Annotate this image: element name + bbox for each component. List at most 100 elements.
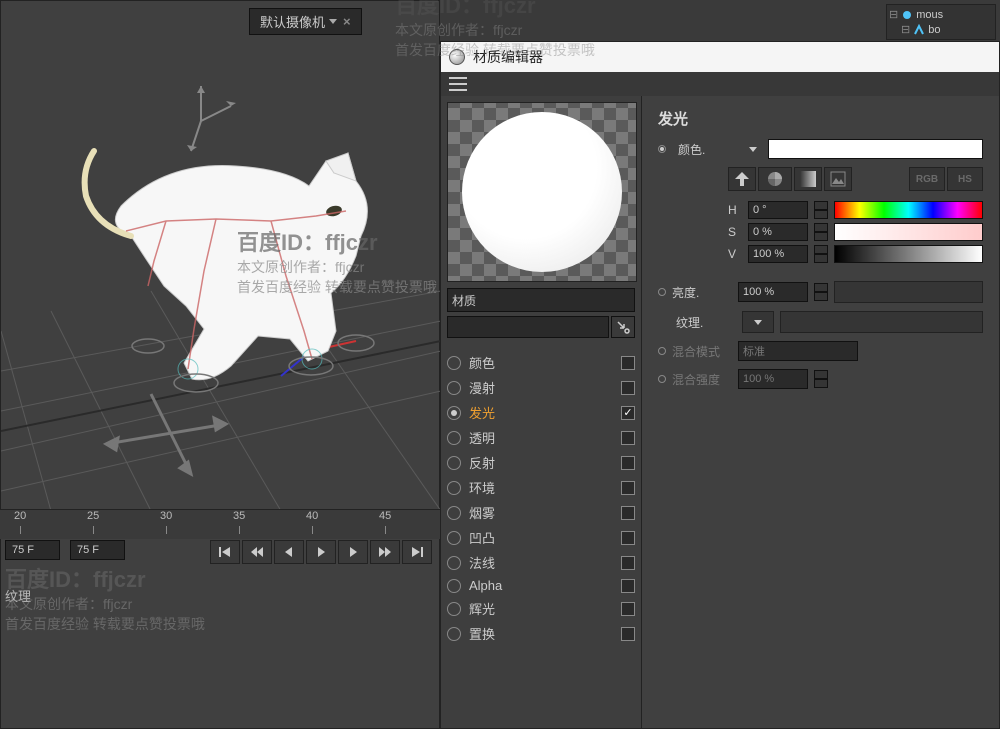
channel-radio[interactable] <box>447 556 461 570</box>
channel-checkbox[interactable] <box>621 381 635 395</box>
color-label: 颜色. <box>678 141 738 158</box>
channel-normal[interactable]: 法线 <box>447 550 635 575</box>
channel-color[interactable]: 颜色 <box>447 350 635 375</box>
hierarchy-item[interactable]: ⊟ bo <box>889 22 993 37</box>
texture-tab[interactable]: 纹理 <box>5 586 31 605</box>
channel-label[interactable]: 环境 <box>469 478 613 497</box>
h-input[interactable] <box>748 201 808 219</box>
channel-checkbox[interactable] <box>621 431 635 445</box>
goto-end-button[interactable] <box>402 540 432 564</box>
channel-checkbox[interactable] <box>621 481 635 495</box>
channel-radio[interactable] <box>447 506 461 520</box>
texture-field[interactable] <box>780 311 983 333</box>
channel-diffuse[interactable]: 漫射 <box>447 375 635 400</box>
v-slider[interactable] <box>834 245 983 263</box>
color-wheel-icon[interactable] <box>758 167 792 191</box>
prev-frame-button[interactable] <box>274 540 304 564</box>
channel-radio[interactable] <box>447 579 461 593</box>
v-stepper[interactable] <box>814 245 828 263</box>
tick: 20 <box>14 510 26 522</box>
preview-sphere <box>462 112 622 272</box>
menu-icon[interactable] <box>449 77 467 91</box>
channel-radio[interactable] <box>447 456 461 470</box>
h-slider[interactable] <box>834 201 983 219</box>
brightness-input[interactable] <box>738 282 808 302</box>
s-stepper[interactable] <box>814 223 828 241</box>
goto-start-button[interactable] <box>210 540 240 564</box>
material-preview[interactable] <box>447 102 637 282</box>
channel-label[interactable]: 法线 <box>469 553 613 572</box>
channel-checkbox[interactable] <box>621 531 635 545</box>
section-title: 发光 <box>658 108 983 129</box>
channel-fog[interactable]: 烟雾 <box>447 500 635 525</box>
s-input[interactable] <box>748 223 808 241</box>
shader-select[interactable] <box>447 316 609 338</box>
prev-key-button[interactable] <box>242 540 272 564</box>
camera-close-icon[interactable]: × <box>343 14 351 29</box>
channel-label[interactable]: 凹凸 <box>469 528 613 547</box>
rgb-mode-button[interactable]: RGB <box>909 167 945 191</box>
eyedropper-icon[interactable] <box>728 167 756 191</box>
channel-checkbox[interactable] <box>621 356 635 370</box>
frame-end-input[interactable] <box>70 540 125 560</box>
channel-radio[interactable] <box>447 381 461 395</box>
hsv-mode-button[interactable]: HS <box>947 167 983 191</box>
anim-dot[interactable] <box>658 145 666 153</box>
channel-label[interactable]: 烟雾 <box>469 503 613 522</box>
channel-bump[interactable]: 凹凸 <box>447 525 635 550</box>
channel-radio[interactable] <box>447 431 461 445</box>
channel-checkbox[interactable] <box>621 602 635 616</box>
channel-radio[interactable] <box>447 531 461 545</box>
channel-label[interactable]: 辉光 <box>469 599 613 618</box>
channel-label[interactable]: 颜色 <box>469 353 613 372</box>
channel-checkbox[interactable] <box>621 627 635 641</box>
channel-environment[interactable]: 环境 <box>447 475 635 500</box>
model-mouse[interactable] <box>76 111 396 411</box>
channel-alpha[interactable]: Alpha <box>447 575 635 596</box>
shader-picker-button[interactable] <box>611 316 635 338</box>
channel-label[interactable]: Alpha <box>469 578 613 593</box>
viewport[interactable]: 默认摄像机 × <box>0 0 440 729</box>
channel-radio[interactable] <box>447 627 461 641</box>
s-slider[interactable] <box>834 223 983 241</box>
channel-checkbox[interactable] <box>621 579 635 593</box>
texture-dropdown[interactable] <box>742 311 774 333</box>
channel-transparency[interactable]: 透明 <box>447 425 635 450</box>
next-frame-button[interactable] <box>338 540 368 564</box>
object-hierarchy[interactable]: ⊟ mous ⊟ bo <box>886 4 996 40</box>
channel-label[interactable]: 漫射 <box>469 378 613 397</box>
channel-displacement[interactable]: 置换 <box>447 621 635 646</box>
channel-label[interactable]: 发光 <box>469 403 613 422</box>
frame-start-input[interactable] <box>5 540 60 560</box>
channel-radio[interactable] <box>447 356 461 370</box>
chevron-down-icon[interactable] <box>746 142 760 156</box>
play-button[interactable] <box>306 540 336 564</box>
next-key-button[interactable] <box>370 540 400 564</box>
channel-reflection[interactable]: 反射 <box>447 450 635 475</box>
channel-checkbox[interactable] <box>621 556 635 570</box>
channel-luminance[interactable]: 发光 ✓ <box>447 400 635 425</box>
channel-radio[interactable] <box>447 602 461 616</box>
channel-checkbox[interactable] <box>621 506 635 520</box>
channel-label[interactable]: 反射 <box>469 453 613 472</box>
channel-checkbox[interactable] <box>621 456 635 470</box>
v-input[interactable] <box>748 245 808 263</box>
gradient-icon[interactable] <box>794 167 822 191</box>
channel-label[interactable]: 透明 <box>469 428 613 447</box>
channel-label[interactable]: 置换 <box>469 624 613 643</box>
h-stepper[interactable] <box>814 201 828 219</box>
material-editor: 材质编辑器 颜色漫射发光✓透明反射环境烟雾凹凸法线Alpha辉光置换 发光 <box>440 41 1000 729</box>
brightness-stepper[interactable] <box>814 283 828 301</box>
channel-glow[interactable]: 辉光 <box>447 596 635 621</box>
anim-dot[interactable] <box>658 288 666 296</box>
brightness-slider[interactable] <box>834 281 983 303</box>
hierarchy-item[interactable]: ⊟ mous <box>889 7 993 22</box>
image-icon[interactable] <box>824 167 852 191</box>
material-editor-titlebar[interactable]: 材质编辑器 <box>441 42 999 72</box>
material-name-input[interactable] <box>447 288 635 312</box>
tick: 45 <box>379 510 391 522</box>
channel-radio[interactable] <box>447 406 461 420</box>
channel-radio[interactable] <box>447 481 461 495</box>
color-swatch[interactable] <box>768 139 983 159</box>
channel-checkbox[interactable]: ✓ <box>621 406 635 420</box>
